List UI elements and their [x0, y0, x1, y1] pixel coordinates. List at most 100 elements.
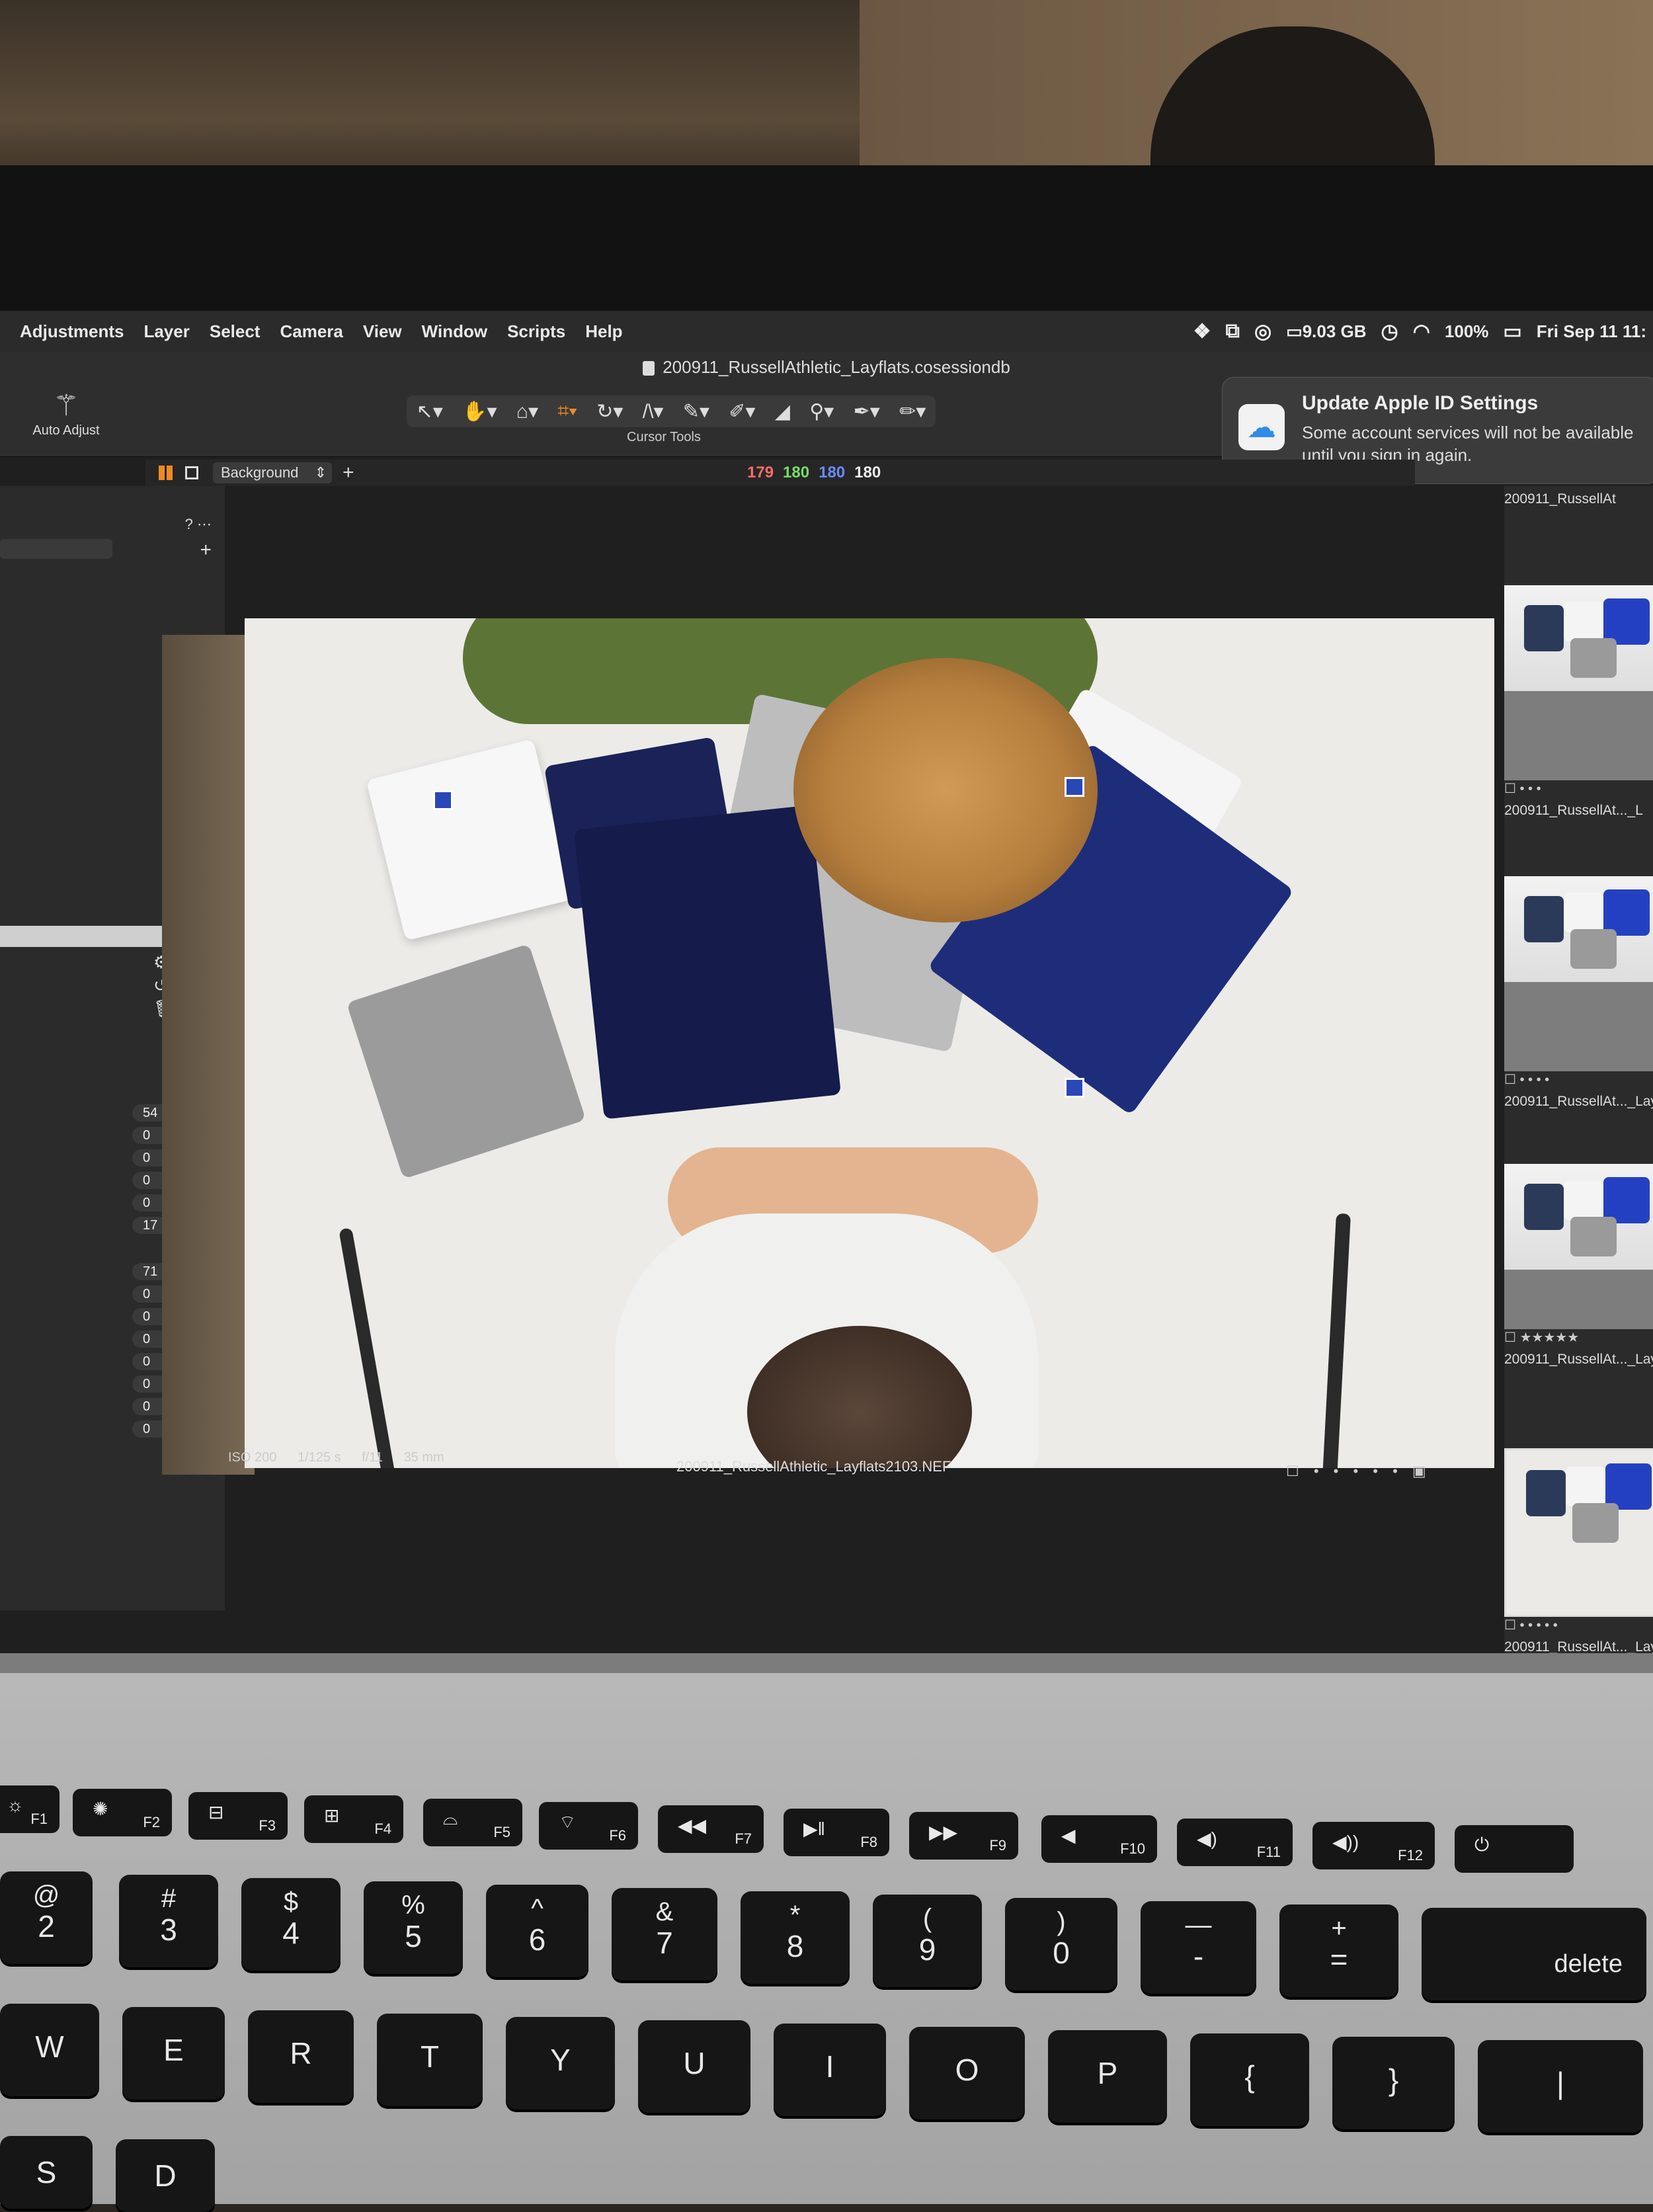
add-layer-icon[interactable]: + — [343, 462, 354, 484]
menubar-clock[interactable]: Fri Sep 11 11: — [1537, 321, 1646, 342]
thumb-dots[interactable]: ☐ • • • • — [1504, 1071, 1653, 1088]
exif-info: ISO 200 1/125 s f/11 35 mm — [228, 1450, 462, 1465]
key-f7[interactable]: ◀◀ F7 — [658, 1805, 764, 1853]
storage-indicator[interactable]: ▭9.03 GB — [1286, 321, 1366, 342]
battery-icon[interactable]: ▭ — [1503, 320, 1521, 343]
photo-viewer[interactable] — [162, 618, 1504, 1481]
key-pipe[interactable]: | — [1478, 2040, 1643, 2133]
pen-icon[interactable]: ✏▾ — [899, 400, 926, 423]
help-icon[interactable]: ? ⋯ — [185, 516, 212, 533]
menu-select[interactable]: Select — [210, 321, 261, 342]
menu-scripts[interactable]: Scripts — [507, 321, 565, 342]
key-minus[interactable]: — - — [1141, 1901, 1256, 1994]
keystone-icon[interactable]: /\▾ — [643, 400, 664, 423]
filmstrip-panel: 200911_RussellAt ☐ • • • 200911_RussellA… — [1504, 486, 1653, 1653]
chevron-updown-icon: ⇕ — [314, 464, 327, 481]
key-right-brace[interactable]: } — [1332, 2037, 1455, 2129]
key-f5[interactable]: ⌓ F5 — [423, 1799, 522, 1846]
time-machine-icon[interactable]: ◷ — [1381, 320, 1398, 343]
rating-dots[interactable]: ☐ • • • • • ▣ — [1286, 1463, 1431, 1480]
key-f4[interactable]: ⊞ F4 — [304, 1795, 403, 1843]
key-r[interactable]: R — [248, 2010, 354, 2103]
key-y[interactable]: Y — [506, 2017, 615, 2110]
key-f3[interactable]: ⊟ F3 — [188, 1792, 288, 1840]
menu-layer[interactable]: Layer — [143, 321, 189, 342]
menu-window[interactable]: Window — [422, 321, 487, 342]
picker-icon[interactable]: ⚲▾ — [809, 400, 834, 423]
key-f2[interactable]: ✺ F2 — [73, 1789, 172, 1836]
dropbox-icon[interactable]: ❖ — [1193, 320, 1211, 343]
kbd-light-up-icon: ⌔ — [559, 1812, 577, 1832]
filmstrip-item[interactable]: ☐ • • • • 200911_RussellAt..._Layf — [1504, 876, 1653, 1110]
key-s[interactable]: S — [0, 2136, 93, 2209]
annotate-icon[interactable]: ✒▾ — [854, 400, 880, 423]
filmstrip-item[interactable]: 200911_RussellAt — [1504, 486, 1653, 507]
key-left-brace[interactable]: { — [1190, 2033, 1309, 2126]
panel-field[interactable] — [0, 926, 179, 947]
key-0[interactable]: ) 0 — [1005, 1898, 1117, 1990]
key-e[interactable]: E — [122, 2007, 225, 2100]
menu-camera[interactable]: Camera — [280, 321, 343, 342]
window-title: 200911_RussellAthletic_Layflats.cosessio… — [663, 357, 1010, 377]
brand-logo-icon — [1065, 777, 1084, 797]
key-o[interactable]: O — [909, 2027, 1025, 2119]
pan-hand-icon[interactable]: ✋▾ — [462, 400, 497, 423]
key-f10[interactable]: ◀ F10 — [1041, 1815, 1157, 1863]
thumb-image — [1504, 876, 1653, 982]
key-delete[interactable]: delete — [1422, 1908, 1646, 2000]
power-button[interactable]: ⏻ — [1455, 1825, 1574, 1873]
creative-cloud-icon[interactable]: ◎ — [1254, 320, 1271, 343]
key-9[interactable]: (9 — [873, 1895, 982, 1987]
brightness-up-icon: ✺ — [93, 1799, 108, 1819]
eraser-icon[interactable]: ✐▾ — [729, 400, 755, 423]
auto-adjust-label: Auto Adjust — [32, 423, 100, 438]
key-7[interactable]: & 7 — [612, 1888, 717, 1981]
grid-view-icon[interactable] — [159, 466, 173, 480]
loupe-icon[interactable]: ⌂▾ — [516, 400, 538, 423]
key-p[interactable]: P — [1048, 2030, 1167, 2123]
display-icon[interactable]: ⧉ — [1226, 320, 1240, 343]
key-3[interactable]: #3 — [119, 1875, 218, 1967]
thumb-dots[interactable]: ☐ • • • — [1504, 780, 1653, 798]
wifi-icon[interactable]: ◠ — [1413, 320, 1430, 343]
background-select[interactable]: Background ⇕ — [213, 462, 332, 483]
laptop-screen: Adjustments Layer Select Camera View Win… — [0, 311, 1653, 1653]
key-5[interactable]: % 5 — [364, 1881, 463, 1974]
key-t[interactable]: T — [377, 2014, 483, 2106]
key-u[interactable]: U — [638, 2020, 750, 2113]
menu-adjustments[interactable]: Adjustments — [20, 321, 124, 342]
panel-add-icon[interactable]: + — [200, 539, 212, 561]
menu-help[interactable]: Help — [585, 321, 622, 342]
key-f8[interactable]: ▶‖ F8 — [784, 1809, 889, 1856]
filmstrip-item-selected[interactable]: ☐ • • • • • 200911_RussellAt..._Layflats… — [1504, 1448, 1653, 1653]
panel-select[interactable] — [0, 539, 112, 559]
select-arrow-icon[interactable]: ↖▾ — [417, 400, 443, 423]
single-view-icon[interactable] — [185, 466, 198, 479]
rotate-icon[interactable]: ↻▾ — [596, 400, 623, 423]
key-f12[interactable]: ◀)) F12 — [1312, 1822, 1435, 1869]
gradient-icon[interactable]: ◢ — [775, 400, 790, 423]
key-8[interactable]: * 8 — [741, 1891, 850, 1984]
thumb-rating[interactable]: ☐ ★★★★★ — [1504, 1329, 1653, 1346]
key-f9[interactable]: ▶▶ F9 — [909, 1812, 1018, 1860]
crop-icon[interactable]: ⌗▾ — [557, 400, 577, 423]
key-equals[interactable]: + = — [1279, 1905, 1398, 1997]
key-2[interactable]: @2 — [0, 1871, 93, 1964]
filmstrip-item[interactable]: ☐ ★★★★★ 200911_RussellAt..._Layflats — [1504, 1164, 1653, 1368]
auto-adjust-button[interactable]: ⚚ Auto Adjust — [26, 389, 106, 438]
key-6[interactable]: ^ 6 — [486, 1885, 588, 1977]
key-i[interactable]: I — [774, 2024, 886, 2116]
filmstrip-item[interactable]: ☐ • • • 200911_RussellAt..._L — [1504, 585, 1653, 819]
key-f11[interactable]: ◀) F11 — [1177, 1819, 1293, 1866]
main-photo[interactable] — [245, 618, 1494, 1468]
key-d[interactable]: D — [116, 2139, 215, 2212]
key-f1[interactable]: ☼ F1 — [0, 1785, 60, 1833]
thumb-dots[interactable]: ☐ • • • • • — [1504, 1617, 1653, 1634]
menu-view[interactable]: View — [363, 321, 402, 342]
status-area: ❖ ⧉ ◎ ▭9.03 GB ◷ ◠ 100% ▭ Fri Sep 11 11: — [1193, 311, 1646, 352]
brush-icon[interactable]: ✎▾ — [683, 400, 709, 423]
battery-percent[interactable]: 100% — [1445, 321, 1489, 342]
key-f6[interactable]: ⌔ F6 — [539, 1802, 638, 1850]
key-4[interactable]: $4 — [241, 1878, 341, 1971]
key-w[interactable]: W — [0, 2004, 99, 2096]
